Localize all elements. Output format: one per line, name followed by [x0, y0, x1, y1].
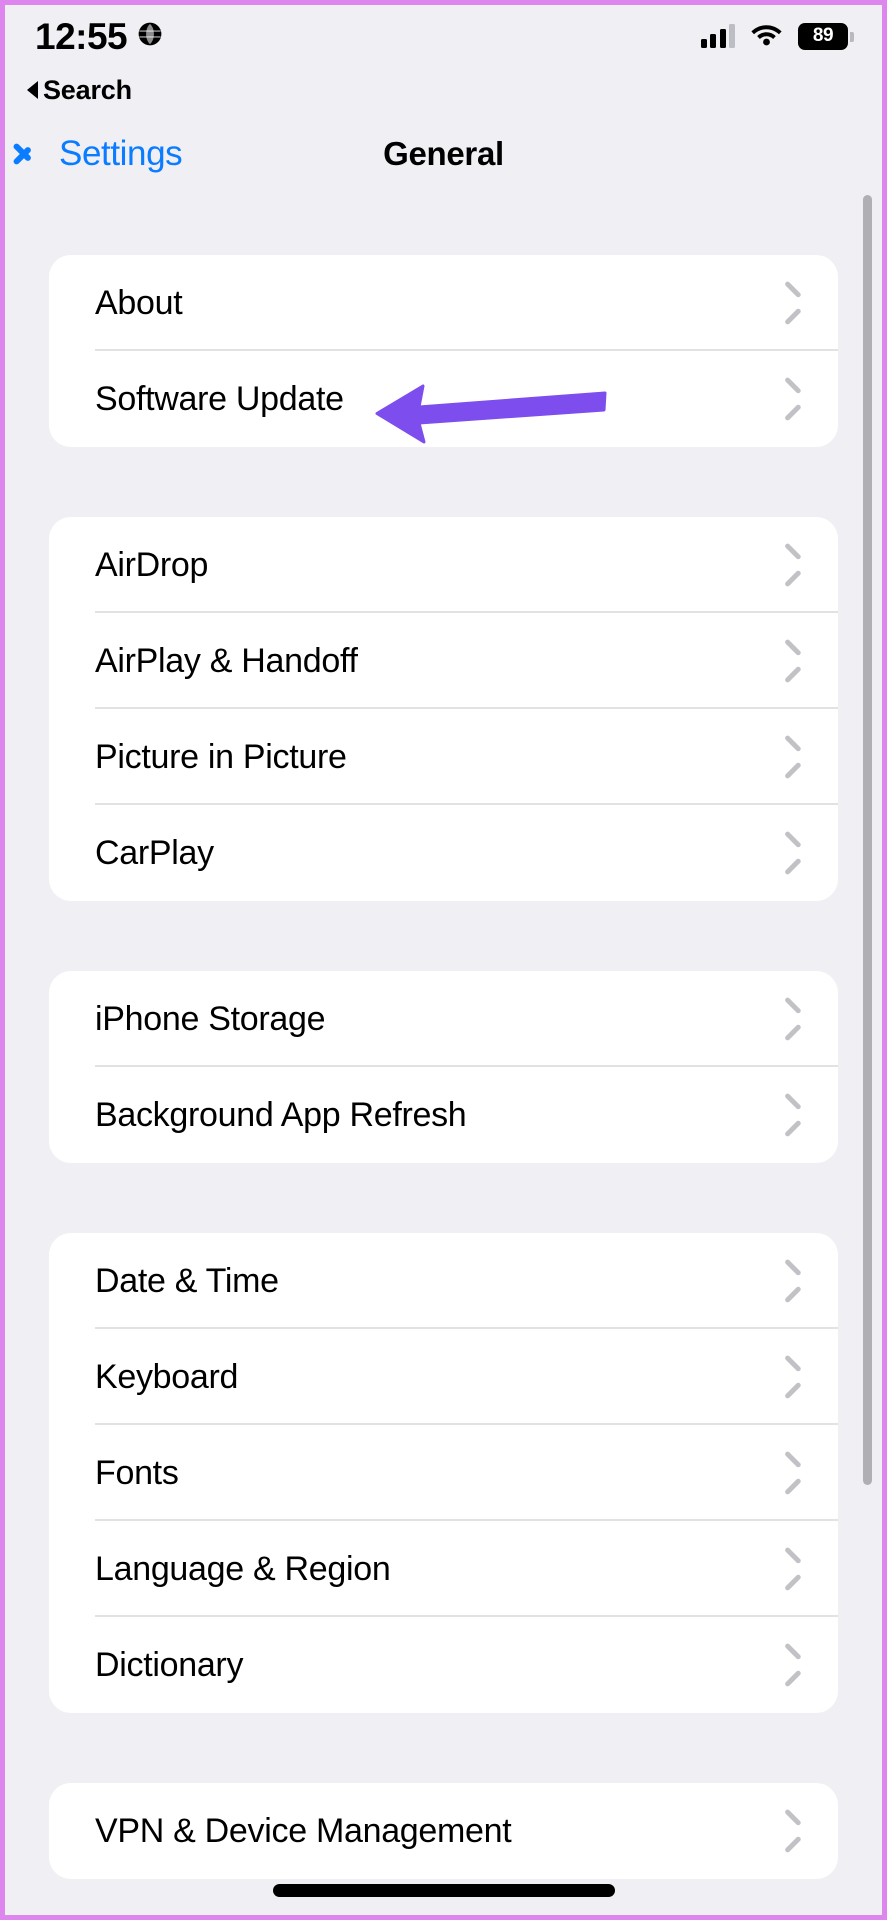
battery-icon: 89: [798, 22, 854, 50]
row-airdrop[interactable]: AirDrop: [49, 517, 838, 613]
row-label: Fonts: [95, 1453, 179, 1492]
chevron-right-icon: [786, 287, 804, 319]
row-label: Software Update: [95, 379, 344, 418]
settings-list: About Software Update AirDrop AirPlay & …: [5, 197, 882, 1879]
status-bar-right: 89: [700, 21, 854, 51]
status-bar: 12:55 89: [5, 5, 882, 67]
row-label: VPN & Device Management: [95, 1811, 512, 1850]
row-label: Picture in Picture: [95, 737, 347, 776]
row-vpn-device-management[interactable]: VPN & Device Management: [49, 1783, 838, 1879]
row-label: Dictionary: [95, 1645, 244, 1684]
chevron-right-icon: [786, 1815, 804, 1847]
row-fonts[interactable]: Fonts: [49, 1425, 838, 1521]
row-label: Keyboard: [95, 1357, 239, 1396]
chevron-right-icon: [786, 645, 804, 677]
chevron-right-icon: [786, 837, 804, 869]
chevron-right-icon: [786, 549, 804, 581]
settings-group-2: AirDrop AirPlay & Handoff Picture in Pic…: [49, 517, 838, 901]
chevron-right-icon: [786, 1003, 804, 1035]
status-time: 12:55: [35, 15, 128, 57]
chevron-right-icon: [786, 741, 804, 773]
chevron-right-icon: [786, 1265, 804, 1297]
row-label: About: [95, 283, 183, 322]
chevron-right-icon: [786, 1553, 804, 1585]
row-about[interactable]: About: [49, 255, 838, 351]
battery-level: 89: [812, 25, 834, 46]
search-back-link[interactable]: Search: [5, 67, 882, 111]
navigation-bar: Settings General: [5, 111, 882, 197]
chevron-left-icon: [27, 136, 47, 172]
row-label: Language & Region: [95, 1549, 391, 1588]
row-dictionary[interactable]: Dictionary: [49, 1617, 838, 1713]
row-label: AirDrop: [95, 545, 209, 584]
row-iphone-storage[interactable]: iPhone Storage: [49, 971, 838, 1067]
row-label: iPhone Storage: [95, 999, 326, 1038]
vertical-scrollbar[interactable]: [863, 195, 872, 1485]
row-label: Date & Time: [95, 1261, 279, 1300]
globe-icon: [137, 21, 163, 52]
row-label: AirPlay & Handoff: [95, 641, 358, 680]
row-language-region[interactable]: Language & Region: [49, 1521, 838, 1617]
chevron-right-icon: [786, 1457, 804, 1489]
row-carplay[interactable]: CarPlay: [49, 805, 838, 901]
search-back-label: Search: [43, 74, 132, 105]
chevron-right-icon: [786, 1099, 804, 1131]
row-label: Background App Refresh: [95, 1095, 467, 1134]
settings-group-5: VPN & Device Management: [49, 1783, 838, 1879]
row-background-app-refresh[interactable]: Background App Refresh: [49, 1067, 838, 1163]
wifi-icon: [750, 21, 783, 51]
chevron-right-icon: [786, 1649, 804, 1681]
home-indicator: [272, 1884, 615, 1897]
row-label: CarPlay: [95, 833, 214, 872]
back-button-label: Settings: [59, 134, 183, 173]
settings-group-3: iPhone Storage Background App Refresh: [49, 971, 838, 1163]
settings-group-4: Date & Time Keyboard Fonts Language & Re…: [49, 1233, 838, 1713]
cellular-signal-icon: [700, 24, 735, 48]
row-keyboard[interactable]: Keyboard: [49, 1329, 838, 1425]
chevron-right-icon: [786, 1361, 804, 1393]
status-bar-left: 12:55: [35, 18, 163, 55]
phone-screen: 12:55 89 Search Settings General About S…: [0, 0, 887, 1920]
row-date-time[interactable]: Date & Time: [49, 1233, 838, 1329]
settings-group-1: About Software Update: [49, 255, 838, 447]
row-airplay-handoff[interactable]: AirPlay & Handoff: [49, 613, 838, 709]
chevron-right-icon: [786, 383, 804, 415]
row-picture-in-picture[interactable]: Picture in Picture: [49, 709, 838, 805]
back-button[interactable]: Settings: [5, 134, 183, 174]
row-software-update[interactable]: Software Update: [49, 351, 838, 447]
back-triangle-icon: [27, 81, 38, 99]
